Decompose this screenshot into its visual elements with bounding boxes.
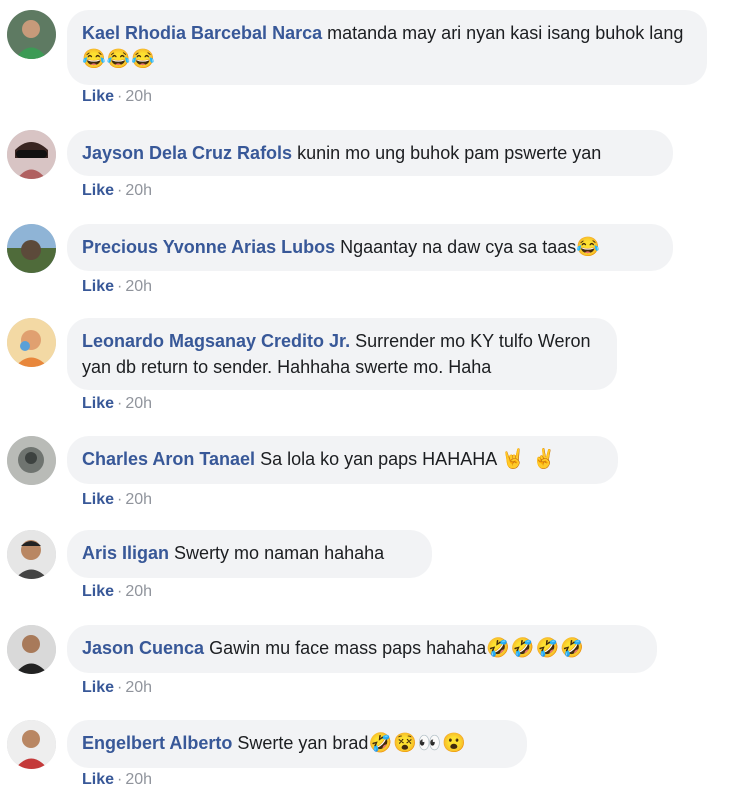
comment-bubble: Jayson Dela Cruz Rafols kunin mo ung buh…	[67, 130, 673, 176]
meta-separator: ·	[117, 583, 123, 600]
avatar[interactable]	[7, 224, 56, 273]
like-button[interactable]: Like	[82, 771, 114, 788]
avatar-image	[7, 625, 56, 674]
comment-meta: Like · 20h	[82, 277, 152, 297]
comment-author[interactable]: Precious Yvonne Arias Lubos	[82, 237, 335, 257]
avatar[interactable]	[7, 436, 56, 485]
avatar-image	[7, 224, 56, 273]
comment-time[interactable]: 20h	[125, 771, 152, 788]
avatar-image	[7, 10, 56, 59]
avatar-image	[7, 318, 56, 367]
comment-time[interactable]: 20h	[125, 491, 152, 508]
comment-time[interactable]: 20h	[125, 278, 152, 295]
comment-bubble: Engelbert Alberto Swerte yan brad🤣😵👀😮	[67, 720, 527, 768]
comment-author[interactable]: Jayson Dela Cruz Rafols	[82, 143, 292, 163]
comment-text: kunin mo ung buhok pam pswerte yan	[297, 143, 602, 163]
avatar[interactable]	[7, 720, 56, 769]
comment-emoji: 🤘 ✌	[501, 449, 557, 470]
like-button[interactable]: Like	[82, 491, 114, 508]
comment-meta: Like · 20h	[82, 181, 152, 201]
meta-separator: ·	[117, 679, 123, 696]
avatar[interactable]	[7, 318, 56, 367]
avatar[interactable]	[7, 10, 56, 59]
comment-author[interactable]: Leonardo Magsanay Credito Jr.	[82, 331, 350, 351]
comment-bubble: Kael Rhodia Barcebal Narca matanda may a…	[67, 10, 707, 85]
comment-bubble: Precious Yvonne Arias Lubos Ngaantay na …	[67, 224, 673, 271]
comment-author[interactable]: Kael Rhodia Barcebal Narca	[82, 23, 322, 43]
avatar[interactable]	[7, 530, 56, 579]
like-button[interactable]: Like	[82, 395, 114, 412]
like-button[interactable]: Like	[82, 88, 114, 105]
comment-text: Swerte yan brad	[237, 733, 369, 753]
comment-time[interactable]: 20h	[125, 395, 152, 412]
like-button[interactable]: Like	[82, 278, 114, 295]
comment-author[interactable]: Charles Aron Tanael	[82, 449, 255, 469]
meta-separator: ·	[117, 182, 123, 199]
like-button[interactable]: Like	[82, 583, 114, 600]
comment-text: Gawin mu face mass paps hahaha	[209, 638, 487, 658]
comment-time[interactable]: 20h	[125, 583, 152, 600]
comment-meta: Like · 20h	[82, 87, 152, 107]
comment-text: matanda may ari nyan kasi isang buhok la…	[327, 23, 684, 43]
meta-separator: ·	[117, 395, 123, 412]
comment-author[interactable]: Engelbert Alberto	[82, 733, 232, 753]
comment-meta: Like · 20h	[82, 394, 152, 414]
avatar[interactable]	[7, 625, 56, 674]
comment-emoji: 😂😂😂	[82, 49, 156, 70]
comment-time[interactable]: 20h	[125, 679, 152, 696]
meta-separator: ·	[117, 278, 123, 295]
comment-time[interactable]: 20h	[125, 88, 152, 105]
comment-emoji: 🤣🤣🤣🤣	[486, 638, 585, 659]
meta-separator: ·	[117, 491, 123, 508]
comment-meta: Like · 20h	[82, 582, 152, 602]
avatar[interactable]	[7, 130, 56, 179]
avatar-image	[7, 530, 56, 579]
comment-author[interactable]: Jason Cuenca	[82, 638, 204, 658]
comment-text: Sa lola ko yan paps HAHAHA	[260, 449, 497, 469]
meta-separator: ·	[117, 771, 123, 788]
comment-bubble: Leonardo Magsanay Credito Jr. Surrender …	[67, 318, 617, 390]
comment-bubble: Charles Aron Tanael Sa lola ko yan paps …	[67, 436, 618, 484]
avatar-image	[7, 436, 56, 485]
comment-time[interactable]: 20h	[125, 182, 152, 199]
comment-text: Ngaantay na daw cya sa taas	[340, 237, 577, 257]
avatar-image	[7, 130, 56, 179]
like-button[interactable]: Like	[82, 182, 114, 199]
comment-author[interactable]: Aris Iligan	[82, 543, 169, 563]
like-button[interactable]: Like	[82, 679, 114, 696]
comment-text: Swerty mo naman hahaha	[174, 543, 385, 563]
comment-meta: Like · 20h	[82, 678, 152, 698]
comment-emoji: 🤣😵👀😮	[368, 733, 468, 754]
avatar-image	[7, 720, 56, 769]
comment-meta: Like · 20h	[82, 770, 152, 790]
comment-bubble: Jason Cuenca Gawin mu face mass paps hah…	[67, 625, 657, 673]
comment-emoji: 😂	[576, 237, 601, 258]
meta-separator: ·	[117, 88, 123, 105]
comment-bubble: Aris Iligan Swerty mo naman hahaha	[67, 530, 432, 578]
comment-meta: Like · 20h	[82, 490, 152, 510]
